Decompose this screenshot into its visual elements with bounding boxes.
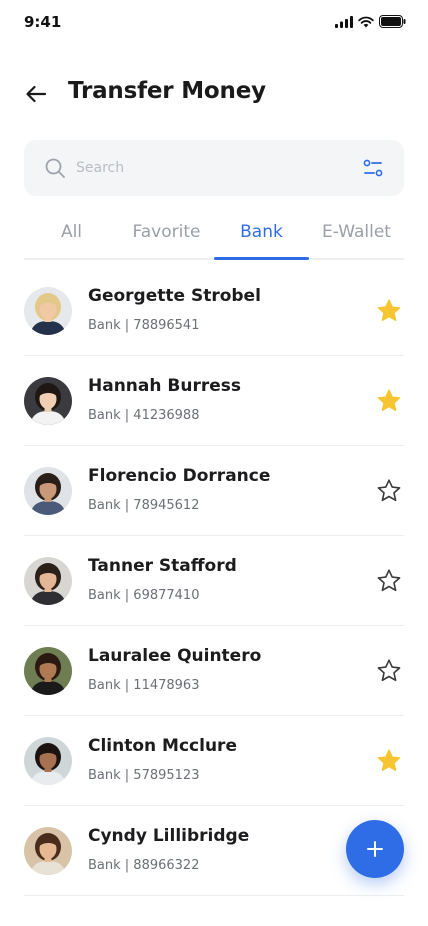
contact-bank-account: Bank | 88966322 xyxy=(88,858,200,873)
battery-icon xyxy=(379,15,406,28)
filter-icon[interactable] xyxy=(362,157,384,179)
star-filled-icon[interactable] xyxy=(376,388,402,414)
status-bar: 9:41 xyxy=(0,0,428,46)
contact-name: Cyndy Lillibridge xyxy=(88,826,250,846)
contact-row[interactable]: Florencio Dorrance Bank | 78945612 xyxy=(24,446,404,536)
wifi-icon xyxy=(358,16,374,27)
contact-bank-account: Bank | 78896541 xyxy=(88,318,200,333)
status-time: 9:41 xyxy=(24,13,62,31)
avatar xyxy=(24,287,72,335)
avatar xyxy=(24,377,72,425)
active-tab-indicator xyxy=(214,257,309,260)
header: Transfer Money xyxy=(0,72,428,116)
page-title: Transfer Money xyxy=(68,78,266,104)
contact-name: Florencio Dorrance xyxy=(88,466,271,486)
contact-name: Georgette Strobel xyxy=(88,286,261,306)
contact-bank-account: Bank | 69877410 xyxy=(88,588,200,603)
contact-bank-account: Bank | 78945612 xyxy=(88,498,200,513)
signal-icon xyxy=(335,15,353,28)
star-filled-icon[interactable] xyxy=(376,298,402,324)
tab-bar: All Favorite Bank E-Wallet xyxy=(24,214,404,260)
contact-bank-account: Bank | 41236988 xyxy=(88,408,200,423)
contact-name: Hannah Burress xyxy=(88,376,241,396)
contact-bank-account: Bank | 11478963 xyxy=(88,678,200,693)
contact-bank-account: Bank | 57895123 xyxy=(88,768,200,783)
avatar xyxy=(24,557,72,605)
star-filled-icon[interactable] xyxy=(376,748,402,774)
avatar xyxy=(24,827,72,875)
add-contact-button[interactable] xyxy=(346,820,404,878)
contact-row[interactable]: Hannah Burress Bank | 41236988 xyxy=(24,356,404,446)
plus-icon xyxy=(367,841,383,857)
star-outline-icon[interactable] xyxy=(376,568,402,594)
contact-name: Tanner Stafford xyxy=(88,556,237,576)
avatar xyxy=(24,647,72,695)
contact-row[interactable]: Lauralee Quintero Bank | 11478963 xyxy=(24,626,404,716)
arrow-left-icon xyxy=(26,85,47,103)
tab-all[interactable]: All xyxy=(24,222,119,258)
search-bar[interactable] xyxy=(24,140,404,196)
status-icons xyxy=(335,15,406,28)
contact-row[interactable]: Tanner Stafford Bank | 69877410 xyxy=(24,536,404,626)
star-outline-icon[interactable] xyxy=(376,658,402,684)
back-button[interactable] xyxy=(22,80,50,108)
contact-name: Clinton Mcclure xyxy=(88,736,237,756)
contact-row[interactable]: Georgette Strobel Bank | 78896541 xyxy=(24,266,404,356)
search-input[interactable] xyxy=(76,148,346,188)
contact-list: Georgette Strobel Bank | 78896541 Hannah B… xyxy=(24,266,404,896)
avatar xyxy=(24,467,72,515)
tab-favorite[interactable]: Favorite xyxy=(119,222,214,258)
avatar xyxy=(24,737,72,785)
search-icon xyxy=(45,158,65,178)
contact-name: Lauralee Quintero xyxy=(88,646,262,666)
tab-e-wallet[interactable]: E-Wallet xyxy=(309,222,404,258)
contact-row[interactable]: Clinton Mcclure Bank | 57895123 xyxy=(24,716,404,806)
tab-bank[interactable]: Bank xyxy=(214,222,309,258)
star-outline-icon[interactable] xyxy=(376,478,402,504)
